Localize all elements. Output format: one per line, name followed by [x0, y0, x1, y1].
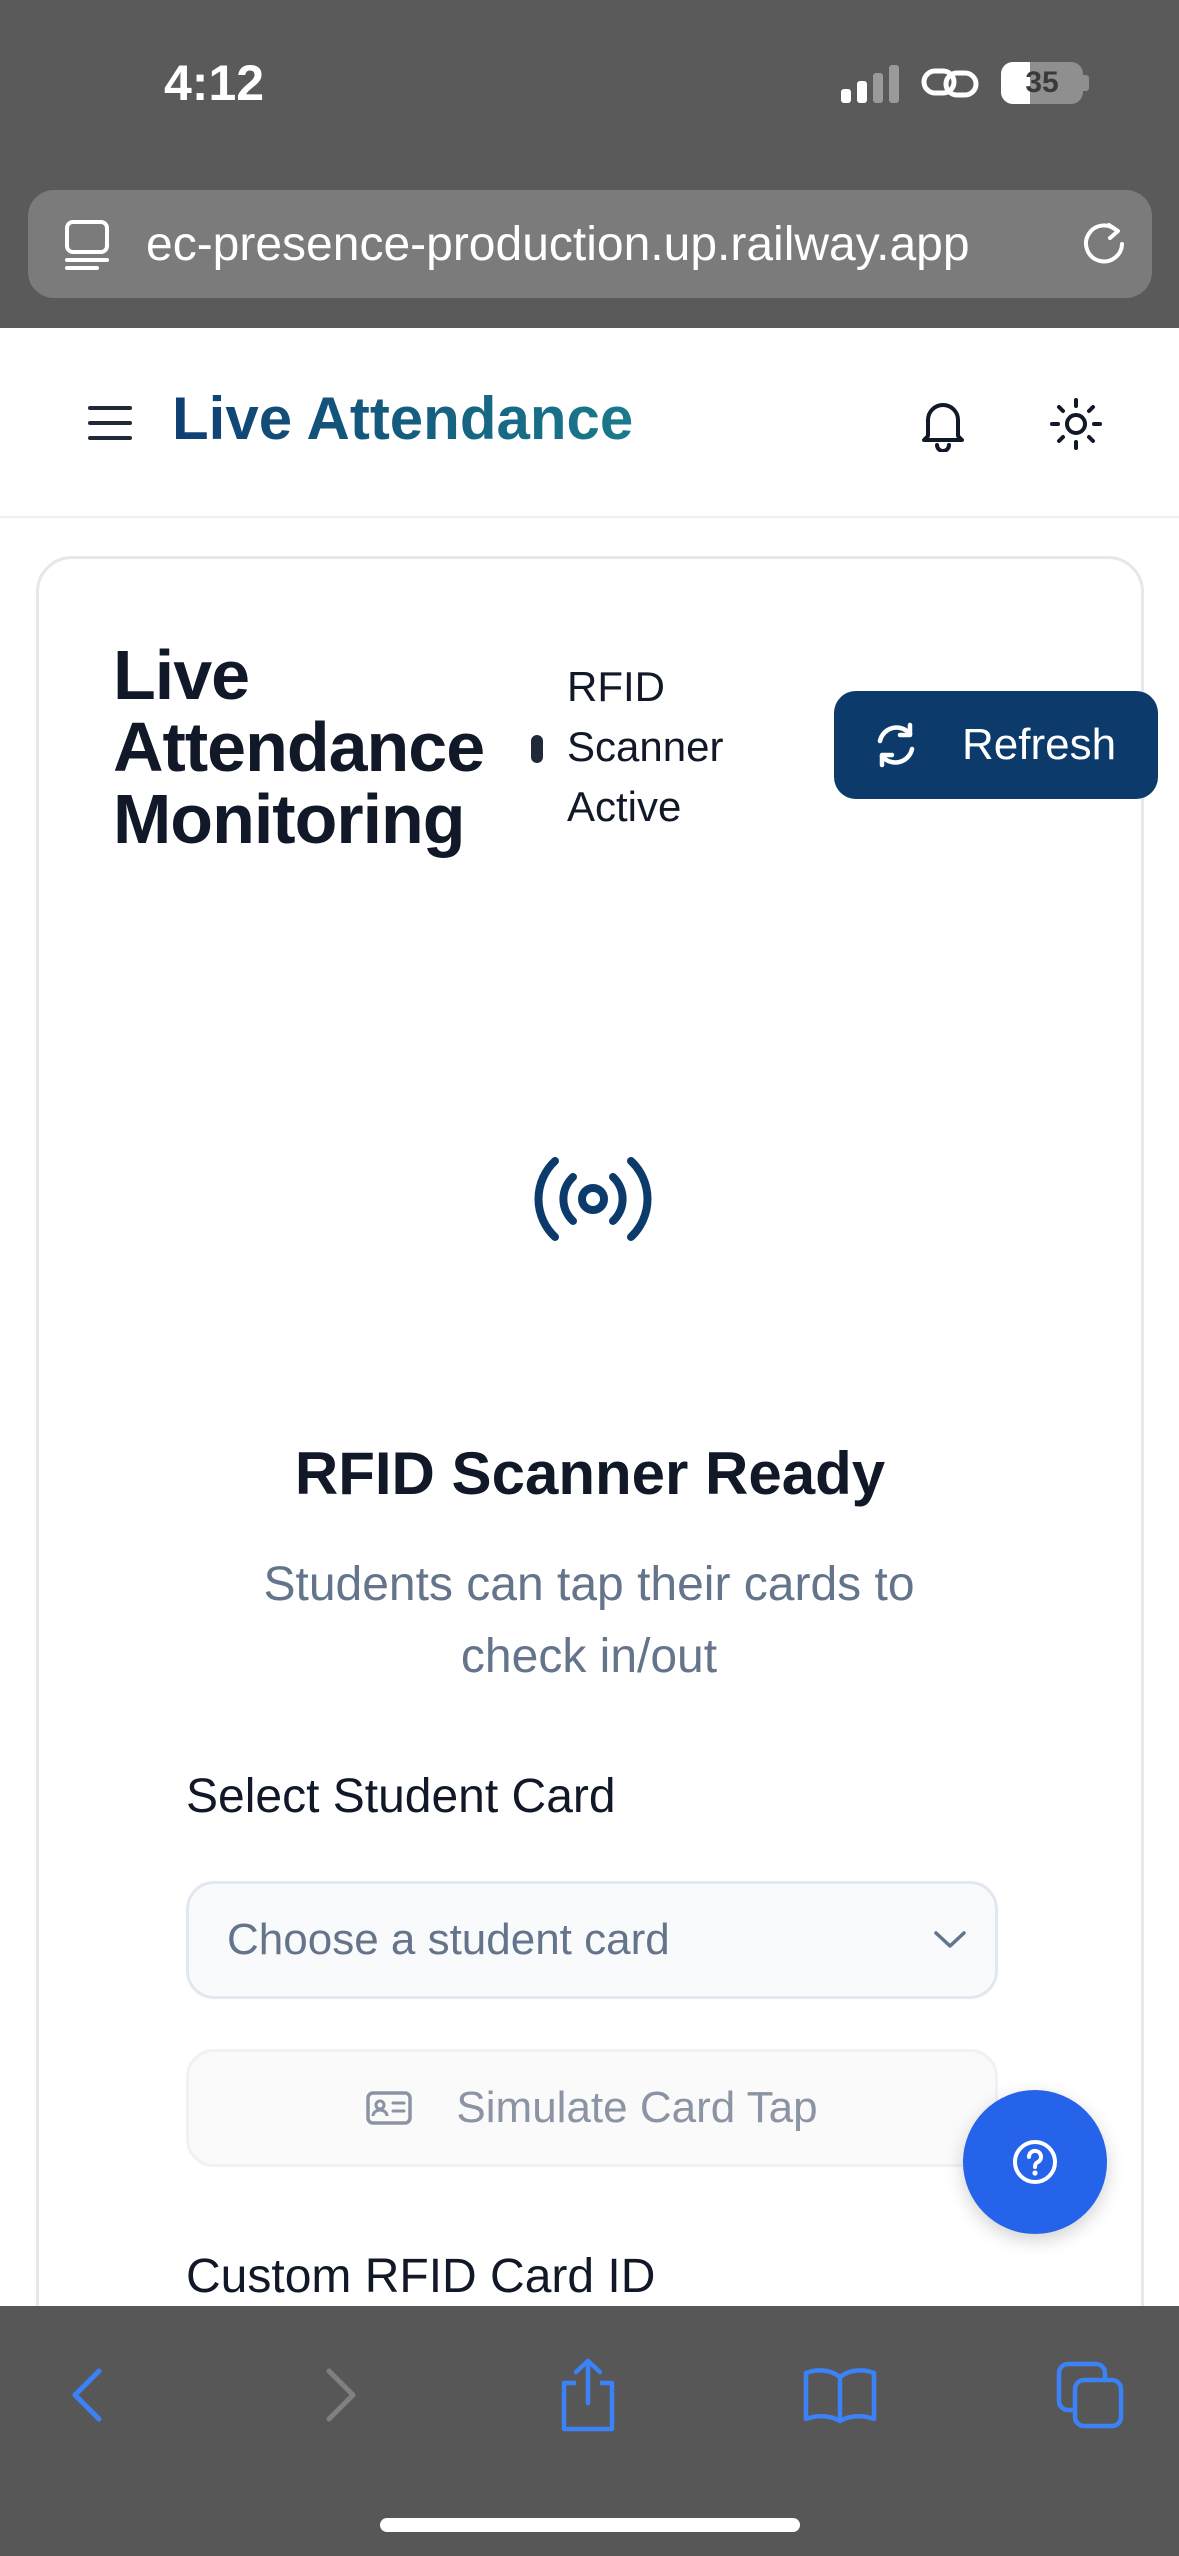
reload-icon[interactable] [1056, 219, 1152, 269]
back-icon[interactable] [42, 2350, 132, 2440]
home-indicator [380, 2518, 800, 2532]
refresh-icon [877, 722, 915, 768]
refresh-label: Refresh [962, 720, 1117, 769]
student-card-select[interactable]: Choose a student card [186, 1881, 998, 1999]
card-title-line: Monitoring [113, 780, 466, 858]
app-title: Live Attendance [172, 385, 634, 452]
help-button[interactable] [963, 2090, 1107, 2234]
help-icon [1013, 2140, 1057, 2184]
address-bar[interactable]: ec-presence-production.up.railway.app [28, 190, 1152, 298]
simulate-card-tap-button[interactable]: Simulate Card Tap [186, 2049, 998, 2167]
browser-toolbar [0, 2306, 1179, 2556]
battery-icon: 35 [1001, 62, 1083, 104]
id-card-icon [366, 2091, 413, 2125]
tabs-icon[interactable] [1045, 2350, 1135, 2440]
rfid-signal-icon [534, 1157, 652, 1241]
link-icon [921, 68, 979, 98]
scanner-ready-title: RFID Scanner Ready [294, 1440, 886, 1507]
simulate-card-tap-label: Simulate Card Tap [456, 2083, 818, 2132]
share-icon[interactable] [543, 2350, 633, 2440]
browser-top-chrome: 4:12 35 ec-presence-production.up.railwa… [0, 0, 1179, 328]
app-header: Live Attendance [0, 328, 1179, 518]
card-title: Live Attendance Monitoring [113, 639, 533, 855]
scanner-status-line: RFID [567, 663, 665, 710]
select-student-label: Select Student Card [186, 1770, 616, 1823]
page-menu-icon[interactable] [28, 218, 146, 270]
forward-icon[interactable] [296, 2350, 386, 2440]
bookmarks-icon[interactable] [795, 2350, 885, 2440]
status-time: 4:12 [164, 55, 265, 111]
theme-toggle-icon[interactable] [1048, 396, 1104, 452]
url-text[interactable]: ec-presence-production.up.railway.app [146, 217, 1056, 272]
scanner-ready-subtitle: Students can tap their cards to check in… [263, 1558, 915, 1683]
status-icons: 35 [841, 62, 1089, 104]
scanner-status: RFID Scanner Active [567, 657, 747, 837]
card-title-line: Attendance [113, 708, 485, 786]
scanner-status-line: Scanner [567, 723, 724, 770]
custom-rfid-label: Custom RFID Card ID [186, 2250, 656, 2303]
chevron-down-icon [905, 1930, 995, 1950]
attendance-card: Live Attendance Monitoring RFID Scanner … [36, 556, 1158, 2556]
bell-icon[interactable] [918, 396, 968, 452]
card-title-line: Live [113, 636, 250, 714]
scanner-status-line: Active [567, 783, 682, 830]
battery-level: 35 [1025, 66, 1059, 99]
signal-icon [841, 63, 899, 103]
screen: 4:12 35 ec-presence-production.up.railwa… [0, 0, 1179, 2556]
menu-icon[interactable] [88, 406, 132, 440]
student-card-select-placeholder: Choose a student card [227, 1915, 670, 1964]
refresh-button[interactable]: Refresh [834, 691, 1158, 799]
status-indicator-dot [531, 735, 543, 763]
